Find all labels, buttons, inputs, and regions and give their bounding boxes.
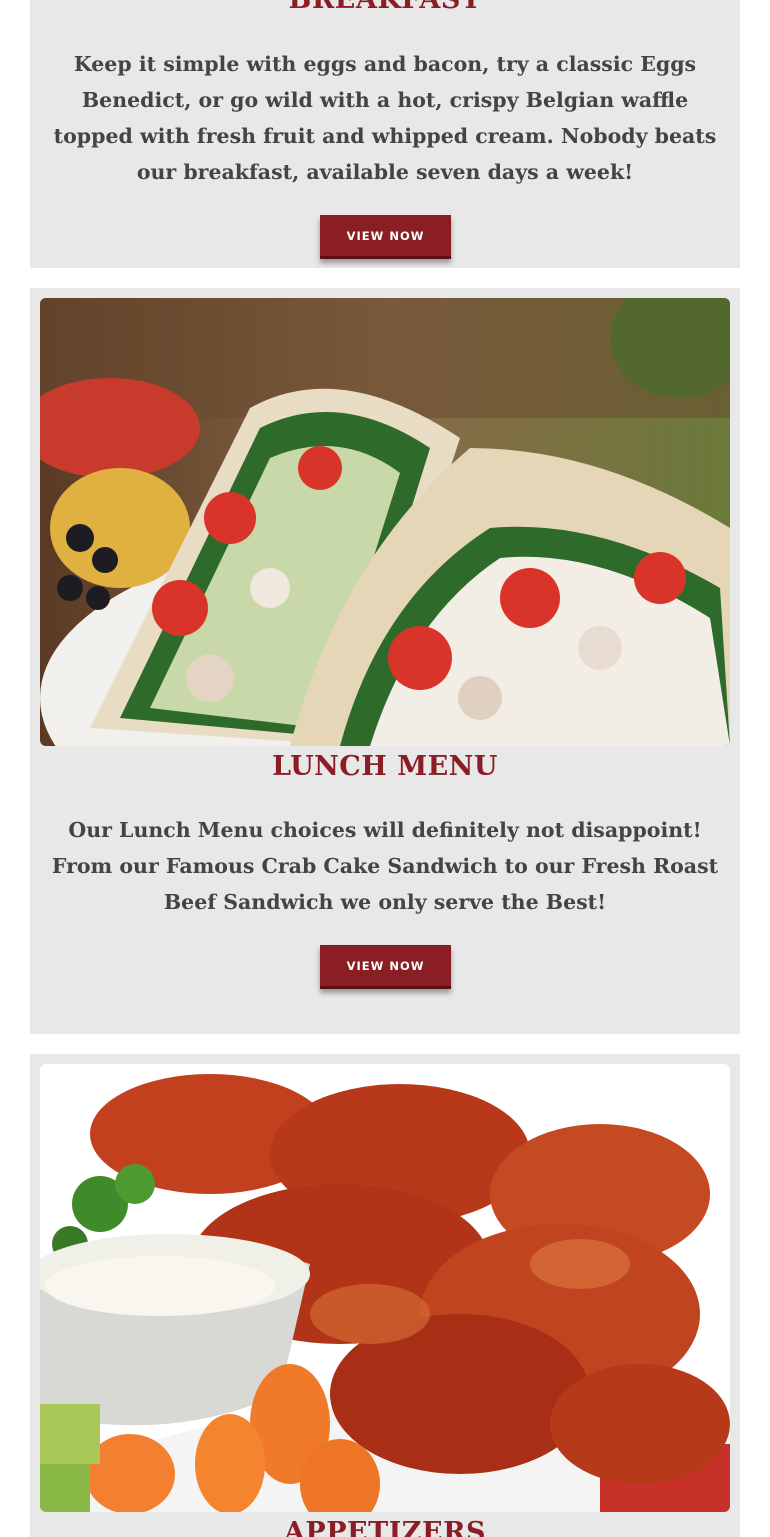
breakfast-description: Keep it simple with eggs and bacon, try …: [53, 52, 717, 184]
appetizers-title: APPETIZERS: [283, 1517, 487, 1537]
buffalo-wings-photo: [40, 1064, 730, 1512]
lunch-card: LUNCH MENU Our Lunch Menu choices will d…: [30, 288, 740, 1034]
lunch-title: LUNCH MENU: [272, 751, 498, 782]
breakfast-card: BREAKFAST Keep it simple with eggs and b…: [30, 0, 740, 268]
lunch-description: Our Lunch Menu choices will definitely n…: [51, 818, 719, 914]
page: BREAKFAST Keep it simple with eggs and b…: [0, 0, 770, 1537]
breakfast-title: BREAKFAST: [30, 0, 740, 18]
appetizers-card: APPETIZERS: [30, 1054, 740, 1537]
wrap-sandwich-photo: [40, 298, 730, 746]
lunch-view-now-button[interactable]: VIEW NOW: [320, 945, 451, 989]
breakfast-view-now-button[interactable]: VIEW NOW: [320, 215, 451, 259]
